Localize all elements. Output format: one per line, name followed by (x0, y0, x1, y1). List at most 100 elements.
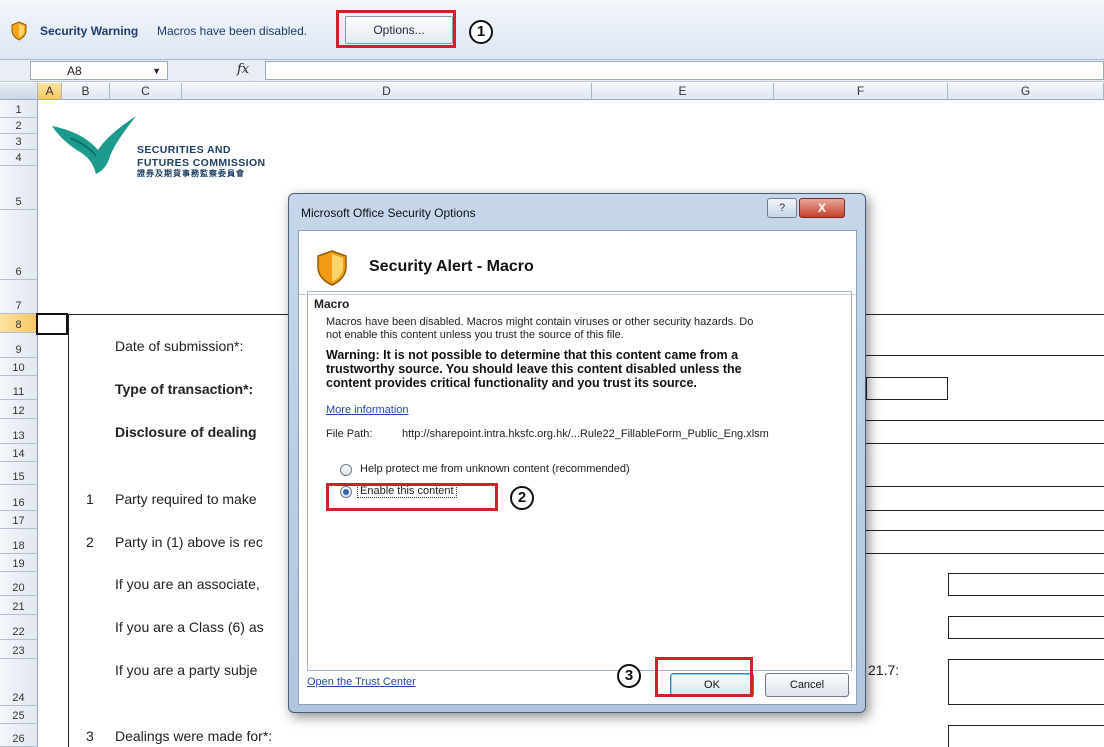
cancel-button[interactable]: Cancel (765, 673, 849, 697)
row-header[interactable]: 8 (0, 314, 38, 333)
shield-icon (10, 21, 28, 44)
item-3-number: 3 (86, 728, 94, 744)
row-header[interactable]: 6 (0, 210, 38, 280)
row-header[interactable]: 11 (0, 376, 38, 400)
disclosure-of-dealing-label: Disclosure of dealing (115, 424, 257, 440)
column-header-d[interactable]: D (182, 83, 592, 100)
row-header[interactable]: 10 (0, 358, 38, 376)
security-options-dialog: Microsoft Office Security Options ? X Se… (288, 193, 866, 713)
row-header[interactable]: 17 (0, 511, 38, 529)
close-icon[interactable]: X (799, 198, 845, 218)
row-header[interactable]: 15 (0, 462, 38, 485)
party-subject-label: If you are a party subje (115, 662, 258, 678)
column-header-f[interactable]: F (774, 83, 948, 100)
warning-line: Warning: It is not possible to determine… (326, 348, 739, 362)
row-header[interactable]: 9 (0, 333, 38, 358)
formula-input[interactable] (265, 61, 1104, 80)
more-information-link[interactable]: More information (326, 404, 409, 416)
item2-input-line[interactable] (866, 553, 1104, 554)
row-header[interactable]: 13 (0, 419, 38, 444)
class6-input-box[interactable] (948, 616, 1104, 639)
row-header[interactable]: 1 (0, 100, 38, 118)
item1-input-line[interactable] (866, 510, 1104, 511)
row-header[interactable]: 3 (0, 134, 38, 150)
item-1-label: Party required to make (115, 491, 257, 507)
party-subject-input-box[interactable] (948, 659, 1104, 705)
row-header[interactable]: 25 (0, 706, 38, 724)
associate-label: If you are an associate, (115, 576, 260, 592)
row-header[interactable]: 14 (0, 444, 38, 462)
disclosure-input-line[interactable] (866, 443, 1104, 444)
item-1-number: 1 (86, 491, 94, 507)
radio-protect-label[interactable]: Help protect me from unknown content (re… (360, 463, 630, 475)
dialog-content: Security Alert - Macro Macro Macros have… (298, 230, 857, 705)
sfc-logo: SECURITIES AND FUTURES COMMISSION 證券及期貨事… (50, 108, 290, 178)
row-header[interactable]: 16 (0, 485, 38, 511)
form-border-left (68, 314, 69, 747)
item-2-number: 2 (86, 534, 94, 550)
column-header-c[interactable]: C (110, 83, 182, 100)
warning-line: trustworthy source. You should leave thi… (326, 362, 742, 376)
highlight-ok-box (655, 657, 753, 697)
alert-title: Security Alert - Macro (369, 258, 534, 275)
formula-bar: A8 ▼ fx (0, 60, 1104, 82)
dropdown-arrow-icon[interactable]: ▼ (152, 66, 161, 76)
column-header-e[interactable]: E (592, 83, 774, 100)
step-marker-3: 3 (617, 664, 641, 688)
row-header[interactable]: 26 (0, 724, 38, 747)
step-marker-2: 2 (510, 486, 534, 510)
column-header-a[interactable]: A (38, 83, 62, 100)
row-header[interactable]: 4 (0, 150, 38, 166)
highlight-enable-box (326, 483, 498, 511)
row-header[interactable]: 22 (0, 615, 38, 640)
logo-line-3: 證券及期貨事務監察委員會 (137, 169, 245, 178)
dialog-title: Microsoft Office Security Options (301, 206, 476, 220)
eagle-logo-icon (52, 116, 136, 174)
radio-protect-button[interactable] (340, 464, 352, 476)
function-icon[interactable]: fx (237, 62, 249, 77)
macro-description: Macros have been disabled. Macros might … (326, 316, 753, 342)
select-all-corner[interactable] (0, 83, 38, 100)
item2-line-top (866, 530, 1104, 531)
name-box[interactable]: A8 ▼ (30, 61, 168, 80)
date-of-submission-label: Date of submission*: (115, 338, 244, 354)
associate-input-box[interactable] (948, 573, 1104, 596)
open-trust-center-link[interactable]: Open the Trust Center (307, 676, 416, 688)
class6-label: If you are a Class (6) as (115, 619, 264, 635)
row-header[interactable]: 7 (0, 280, 38, 314)
row-header[interactable]: 2 (0, 118, 38, 134)
row-header[interactable]: 5 (0, 166, 38, 210)
step-marker-1: 1 (469, 20, 493, 44)
column-header-b[interactable]: B (62, 83, 110, 100)
warning-text: Warning: It is not possible to determine… (326, 348, 742, 390)
row-header[interactable]: 21 (0, 596, 38, 615)
description-line: Macros have been disabled. Macros might … (326, 316, 754, 328)
logo-line-1: SECURITIES AND (137, 144, 231, 156)
warning-line: content provides critical functionality … (326, 376, 697, 390)
security-warning-message: Macros have been disabled. (157, 24, 308, 38)
help-icon[interactable]: ? (767, 198, 797, 218)
file-path-label: File Path: (326, 428, 373, 440)
security-warning-bar: Security Warning Macros have been disabl… (0, 0, 1104, 60)
row-header[interactable]: 24 (0, 659, 38, 706)
rule-reference: 21.7: (868, 662, 900, 678)
macro-section: Macro Macros have been disabled. Macros … (307, 291, 852, 671)
highlight-options-box (336, 10, 456, 48)
row-header[interactable]: 19 (0, 554, 38, 572)
resize-grip-icon[interactable]: ⋰ (843, 691, 853, 701)
item-3-label: Dealings were made for*: (115, 728, 273, 744)
row-header[interactable]: 23 (0, 640, 38, 659)
active-cell-a8[interactable] (36, 313, 68, 335)
disclosure-line-top (866, 420, 1104, 421)
column-header-g[interactable]: G (948, 83, 1104, 100)
row-header[interactable]: 20 (0, 572, 38, 596)
type-of-transaction-label: Type of transaction*: (115, 381, 254, 397)
row-header[interactable]: 18 (0, 529, 38, 554)
shield-icon (315, 249, 349, 290)
type-input-box[interactable] (866, 377, 948, 400)
security-warning-title: Security Warning (40, 24, 139, 38)
date-input-line[interactable] (866, 355, 1104, 356)
item1-line-top (866, 486, 1104, 487)
row-header[interactable]: 12 (0, 400, 38, 419)
dealings-input-box[interactable] (948, 725, 1104, 747)
